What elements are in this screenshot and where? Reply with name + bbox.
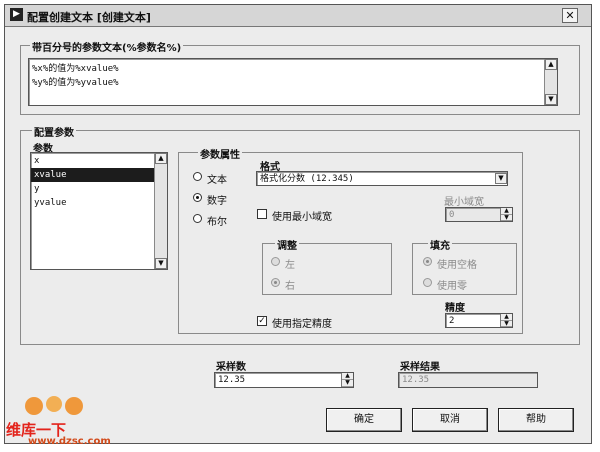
param-attributes-group-label: 参数属性 — [198, 146, 242, 161]
config-params-group-label: 配置参数 — [32, 124, 76, 139]
scroll-up-arrow-icon[interactable]: ▲ — [155, 153, 167, 164]
scroll-down-arrow-icon[interactable]: ▼ — [155, 258, 167, 269]
min-width-input: 0 ▲ ▼ — [445, 207, 513, 222]
type-label-number: 数字 — [207, 196, 227, 207]
precision-spinner[interactable]: ▲ ▼ — [500, 314, 512, 327]
precision-checkbox[interactable]: ✓ — [257, 316, 267, 326]
chevron-down-icon[interactable]: ▼ — [495, 173, 507, 184]
checkmark-icon: ✓ — [258, 316, 266, 326]
text-line: %y%的值为%yvalue% — [32, 78, 119, 88]
scroll-up-arrow-icon[interactable]: ▲ — [545, 59, 557, 70]
param-text-group-label: 带百分号的参数文本(%参数名%) — [30, 39, 184, 54]
type-radio-text[interactable] — [193, 172, 202, 181]
adjust-label-right: 右 — [285, 281, 295, 292]
fill-radio-space[interactable] — [423, 257, 432, 266]
type-radio-number[interactable] — [193, 193, 202, 202]
fill-label-zero: 使用零 — [437, 281, 467, 292]
watermark-logo — [22, 394, 92, 421]
min-width-spinner: ▲ ▼ — [500, 208, 512, 221]
adjust-group-label: 调整 — [275, 237, 299, 252]
type-label-text: 文本 — [207, 175, 227, 186]
fill-label-space: 使用空格 — [437, 260, 477, 271]
sample-result-value: 12.35 — [402, 375, 430, 385]
adjust-label-left: 左 — [285, 260, 295, 271]
precision-check-label: 使用指定精度 — [272, 319, 332, 330]
min-width-field-label: 最小域宽 — [444, 197, 484, 208]
system-menu-icon[interactable]: ▶ — [10, 8, 23, 21]
sample-value: 12.35 — [218, 375, 246, 385]
sample-result-label: 采样结果 — [400, 362, 440, 373]
adjust-radio-left[interactable] — [271, 257, 280, 266]
precision-input[interactable]: 2 ▲ ▼ — [445, 313, 513, 328]
sample-input[interactable]: 12.35 ▲ ▼ — [214, 372, 354, 388]
fill-radio-zero[interactable] — [423, 278, 432, 287]
params-list[interactable]: x xvalue y yvalue ▲ ▼ — [30, 152, 168, 270]
help-button[interactable]: 帮助 — [498, 408, 574, 432]
param-text-area[interactable]: %x%的值为%xvalue% %y%的值为%yvalue% ▲ ▼ — [28, 58, 558, 106]
format-select[interactable]: 格式化分数 (12.345) ▼ — [256, 171, 508, 186]
params-list-scrollbar[interactable]: ▲ ▼ — [154, 153, 167, 269]
min-width-check-label: 使用最小域宽 — [272, 212, 332, 223]
ok-button[interactable]: 确定 — [326, 408, 402, 432]
cancel-button[interactable]: 取消 — [412, 408, 488, 432]
text-line: %x%的值为%xvalue% — [32, 64, 119, 74]
type-label-boolean: 布尔 — [207, 217, 227, 228]
type-radio-boolean[interactable] — [193, 214, 202, 223]
sample-spinner[interactable]: ▲ ▼ — [341, 373, 353, 387]
param-item-xvalue[interactable]: xvalue — [31, 168, 167, 182]
param-item-y[interactable]: y — [31, 182, 167, 196]
sample-result-field: 12.35 — [398, 372, 538, 388]
sample-label: 采样数 — [216, 362, 246, 373]
param-item-x[interactable]: x — [31, 154, 167, 168]
scroll-down-arrow-icon[interactable]: ▼ — [545, 94, 557, 105]
min-width-checkbox[interactable] — [257, 209, 267, 219]
adjust-radio-right[interactable] — [271, 278, 280, 287]
param-item-yvalue[interactable]: yvalue — [31, 196, 167, 210]
close-button[interactable]: ✕ — [562, 8, 578, 23]
watermark-logo-icon — [25, 396, 83, 415]
close-icon: ✕ — [565, 9, 575, 22]
text-area-scrollbar[interactable]: ▲ ▼ — [544, 59, 557, 105]
fill-group-label: 填充 — [428, 237, 452, 252]
precision-label: 精度 — [445, 303, 465, 314]
format-select-value: 格式化分数 (12.345) — [260, 174, 354, 184]
window-title: 配置创建文本 [创建文本] — [27, 11, 151, 24]
watermark-url: www.dzsc.com — [28, 436, 111, 447]
